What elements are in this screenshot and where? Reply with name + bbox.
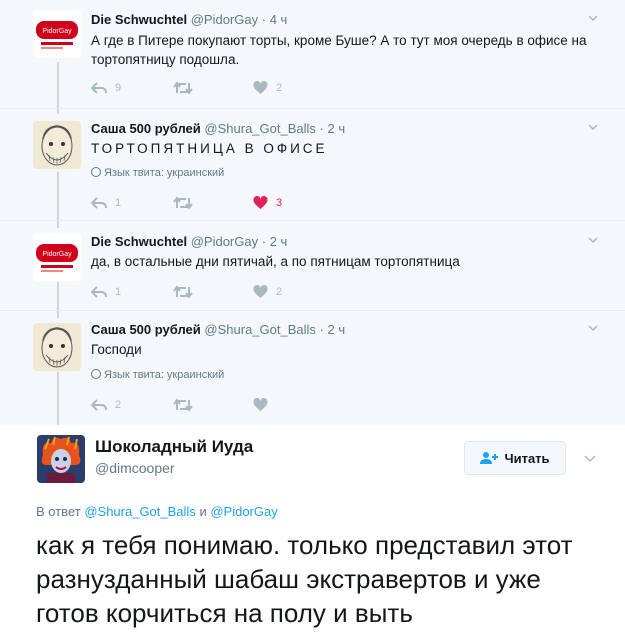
- author-handle[interactable]: @dimcooper: [95, 460, 175, 476]
- reply-icon: [91, 82, 107, 94]
- avatar[interactable]: [33, 121, 81, 169]
- author-name[interactable]: Саша 500 рублей: [91, 322, 201, 337]
- author-handle[interactable]: @PidorGay: [191, 234, 258, 249]
- chevron-down-icon[interactable]: [584, 453, 596, 463]
- timestamp[interactable]: 2 ч: [327, 121, 345, 136]
- author-name[interactable]: Саша 500 рублей: [91, 121, 201, 136]
- avatar[interactable]: [33, 323, 81, 371]
- mention-link[interactable]: @Shura_Got_Balls: [84, 504, 195, 519]
- like-count: 2: [276, 82, 283, 94]
- tweet-header: Die Schwuchtel @PidorGay · 4 ч: [91, 12, 287, 27]
- reply-count: 1: [115, 286, 122, 298]
- like-count: 3: [276, 197, 283, 209]
- tweet-header: Саша 500 рублей @Shura_Got_Balls · 2 ч: [91, 121, 345, 136]
- reply-conjunction: и: [199, 504, 207, 519]
- retweet-icon: [173, 285, 193, 299]
- tweet[interactable]: Саша 500 рублей @Shura_Got_Balls · 2 ч Г…: [0, 310, 625, 422]
- follow-button[interactable]: Читать: [464, 441, 566, 475]
- like-button[interactable]: 2: [253, 284, 282, 300]
- add-user-icon: [480, 452, 499, 464]
- retweet-button[interactable]: [173, 195, 201, 211]
- reply-context: В ответ @Shura_Got_Balls и @PidorGay: [36, 504, 278, 519]
- reply-count: 2: [115, 399, 122, 411]
- chevron-down-icon[interactable]: [588, 323, 598, 333]
- tweet-text: Господи: [91, 342, 142, 357]
- author-name[interactable]: Die Schwuchtel: [91, 12, 187, 27]
- retweet-button[interactable]: [173, 397, 201, 413]
- tweet-header: Саша 500 рублей @Shura_Got_Balls · 2 ч: [91, 322, 345, 337]
- reply-button[interactable]: 9: [91, 80, 121, 96]
- tweet-language: Язык твита: украинский: [91, 167, 224, 179]
- avatar-logo-text: PidorGay: [42, 251, 72, 258]
- mention-link[interactable]: @PidorGay: [210, 504, 277, 519]
- globe-icon: [91, 167, 101, 177]
- language-label: Язык твита: украинский: [104, 369, 225, 381]
- heart-icon: [253, 285, 268, 298]
- reply-prefix: В ответ: [36, 504, 81, 519]
- reply-count: 9: [115, 82, 122, 94]
- retweet-icon: [173, 81, 193, 95]
- separator-dot: ·: [261, 12, 267, 27]
- separator-dot: ·: [319, 322, 324, 337]
- conversation-thread: PidorGay Die Schwuchtel @PidorGay · 4 ч …: [0, 0, 625, 425]
- reply-button[interactable]: 1: [91, 284, 121, 300]
- chevron-down-icon[interactable]: [588, 235, 598, 245]
- tweet[interactable]: PidorGay Die Schwuchtel @PidorGay · 2 ч …: [0, 220, 625, 310]
- avatar[interactable]: PidorGay: [33, 10, 81, 58]
- tweet-text: да, в остальные дни пятичай, а по пятниц…: [91, 254, 460, 269]
- reply-icon: [91, 286, 107, 298]
- tweet-text: ТОРТОПЯТНИЦА В ОФИСЕ: [91, 141, 328, 156]
- reply-count: 1: [115, 197, 122, 209]
- chevron-down-icon[interactable]: [588, 122, 598, 132]
- tweet[interactable]: PidorGay Die Schwuchtel @PidorGay · 4 ч …: [0, 0, 625, 108]
- main-tweet-text: как я тебя понимаю. только представил эт…: [36, 530, 573, 628]
- heart-icon: [253, 81, 268, 94]
- globe-icon: [91, 369, 101, 379]
- reply-button[interactable]: 2: [91, 397, 121, 413]
- retweet-icon: [173, 196, 193, 210]
- reply-icon: [91, 197, 107, 209]
- avatar[interactable]: [37, 435, 85, 483]
- separator-dot: ·: [319, 121, 324, 136]
- timestamp[interactable]: 2 ч: [327, 322, 345, 337]
- heart-icon: [253, 196, 268, 209]
- author-handle[interactable]: @Shura_Got_Balls: [204, 322, 315, 337]
- like-count: 2: [276, 286, 283, 298]
- avatar[interactable]: PidorGay: [33, 233, 81, 281]
- follow-label: Читать: [504, 450, 550, 466]
- author-name[interactable]: Шоколадный Иуда: [95, 437, 253, 457]
- tweet-header: Die Schwuchtel @PidorGay · 2 ч: [91, 234, 287, 249]
- retweet-button[interactable]: [173, 284, 201, 300]
- tweet-text: А где в Питере покупают торты, кроме Буш…: [91, 33, 587, 67]
- timestamp[interactable]: 2 ч: [270, 234, 288, 249]
- author-handle[interactable]: @PidorGay: [191, 12, 258, 27]
- heart-icon: [253, 398, 268, 411]
- author-name[interactable]: Die Schwuchtel: [91, 234, 187, 249]
- author-handle[interactable]: @Shura_Got_Balls: [204, 121, 315, 136]
- chevron-down-icon[interactable]: [588, 13, 598, 23]
- tweet[interactable]: Саша 500 рублей @Shura_Got_Balls · 2 ч Т…: [0, 108, 625, 220]
- like-button[interactable]: 2: [253, 80, 282, 96]
- separator-dot: ·: [261, 234, 267, 249]
- like-button[interactable]: 3: [253, 195, 282, 211]
- reply-button[interactable]: 1: [91, 195, 121, 211]
- retweet-icon: [173, 398, 193, 412]
- retweet-button[interactable]: [173, 80, 201, 96]
- timestamp[interactable]: 4 ч: [270, 12, 288, 27]
- tweet-language: Язык твита: украинский: [91, 369, 224, 381]
- main-tweet: Шоколадный Иуда @dimcooper Читать В отве…: [0, 425, 625, 635]
- avatar-logo-text: PidorGay: [42, 28, 72, 35]
- like-button[interactable]: [253, 397, 276, 413]
- reply-icon: [91, 399, 107, 411]
- language-label: Язык твита: украинский: [104, 167, 225, 179]
